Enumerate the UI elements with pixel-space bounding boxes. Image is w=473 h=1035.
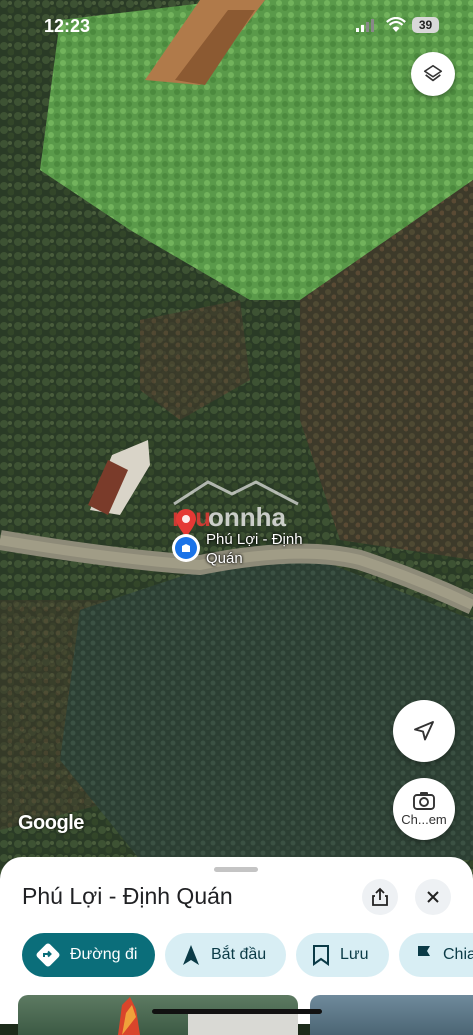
share-icon	[372, 887, 388, 906]
directions-button[interactable]: Đường đi	[22, 933, 155, 977]
save-label: Lưu	[340, 946, 369, 963]
navigate-arrow-icon	[414, 721, 434, 741]
place-title: Phú Lợi - Định Quán	[22, 883, 233, 909]
status-time: 12:23	[44, 16, 91, 36]
close-button[interactable]	[415, 879, 451, 915]
lens-label: Ch...em	[401, 812, 447, 827]
share-chip-button[interactable]: Chia sẻ	[399, 933, 473, 977]
start-label: Bắt đầu	[211, 946, 267, 963]
bookmark-icon	[313, 945, 329, 966]
action-chips: Đường đi Bắt đầu Lưu Chia sẻ	[22, 933, 473, 977]
close-icon	[427, 891, 439, 903]
save-button[interactable]: Lưu	[296, 933, 389, 977]
navigation-icon	[183, 945, 199, 965]
layers-icon	[423, 64, 443, 82]
place-photo[interactable]	[18, 995, 298, 1035]
directions-label: Đường đi	[70, 946, 138, 963]
layers-button[interactable]	[411, 52, 455, 96]
cellular-signal-icon	[356, 19, 374, 32]
camera-lens-icon	[413, 792, 435, 810]
location-pin[interactable]	[172, 534, 200, 562]
location-pin-icon	[175, 537, 197, 559]
my-location-button[interactable]	[393, 700, 455, 762]
photo-strip[interactable]	[18, 995, 473, 1035]
place-photo[interactable]	[310, 995, 473, 1035]
svg-text:onnha: onnha	[208, 502, 287, 530]
start-button[interactable]: Bắt đầu	[165, 933, 286, 977]
share-chip-label: Chia sẻ	[443, 946, 473, 963]
status-bar: 12:23 39	[0, 0, 473, 52]
google-attribution: Google	[18, 812, 84, 834]
lens-button[interactable]: Ch...em	[393, 778, 455, 840]
battery-indicator: 39	[412, 17, 439, 33]
place-bottom-sheet[interactable]: Phú Lợi - Định Quán Đường đi Bắt đầu Lưu…	[0, 857, 473, 1035]
share-button[interactable]	[362, 879, 398, 915]
sheet-drag-handle[interactable]	[214, 867, 258, 872]
home-indicator[interactable]	[152, 1009, 322, 1014]
flag-icon	[418, 946, 430, 965]
directions-icon	[36, 943, 60, 967]
wifi-icon	[386, 17, 406, 32]
map-place-label[interactable]: Phú Lợi - Định Quán	[206, 530, 316, 568]
